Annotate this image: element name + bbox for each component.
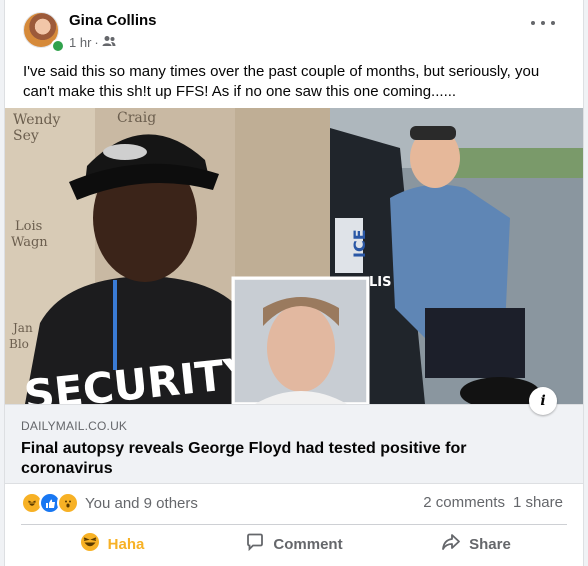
share-count[interactable]: 1 share: [513, 494, 563, 511]
sign-text-blo: Blo: [9, 337, 29, 351]
haha-button[interactable]: Haha: [21, 528, 203, 560]
comment-count[interactable]: 2 comments: [423, 494, 505, 511]
car-text-lis: LIS: [369, 275, 391, 290]
link-preview-meta[interactable]: DAILYMAIL.CO.UK Final autopsy reveals Ge…: [5, 387, 583, 484]
post-meta: 1 hr ·: [69, 35, 116, 50]
friends-audience-icon[interactable]: [102, 35, 116, 50]
share-icon: [441, 532, 461, 556]
car-text-ice: ICE: [350, 229, 369, 258]
actions-divider: [21, 524, 567, 525]
reaction-summary[interactable]: You and 9 others: [21, 492, 198, 514]
post-card: Gina Collins 1 hr · I've said this so ma…: [4, 0, 584, 566]
reaction-count[interactable]: You and 9 others: [85, 495, 198, 512]
link-domain: DAILYMAIL.CO.UK: [21, 419, 128, 433]
comment-icon: [245, 532, 265, 556]
more-options-icon[interactable]: [531, 18, 555, 28]
share-button[interactable]: Share: [385, 528, 567, 560]
info-icon[interactable]: i: [529, 387, 557, 415]
engagement-stats: 2 comments 1 share: [423, 494, 563, 511]
sign-text-wagn: Wagn: [11, 235, 48, 250]
sign-text-jan: Jan: [11, 321, 33, 335]
post-actions: Haha Comment Share: [21, 528, 567, 560]
link-title[interactable]: Final autopsy reveals George Floyd had t…: [21, 439, 541, 479]
online-status-dot: [51, 39, 65, 53]
wow-icon: [57, 492, 79, 514]
meta-separator: ·: [94, 35, 99, 50]
sign-text-craig: Craig: [117, 110, 156, 126]
post-header: Gina Collins 1 hr ·: [5, 0, 583, 58]
sign-text-sey: Sey: [13, 128, 39, 144]
author-name[interactable]: Gina Collins: [69, 12, 157, 29]
share-label: Share: [469, 535, 511, 553]
post-text: I've said this so many times over the pa…: [23, 63, 540, 100]
post-time[interactable]: 1 hr: [69, 35, 91, 50]
link-preview-image[interactable]: Wendy Sey Craig Lois Wagn Jan Blo SECURI…: [5, 108, 583, 404]
sign-text-lois: Lois: [15, 219, 42, 234]
comment-button[interactable]: Comment: [203, 528, 385, 560]
sign-text-wendy: Wendy: [13, 112, 61, 128]
haha-reaction-icon: [80, 532, 100, 556]
haha-label: Haha: [107, 535, 145, 553]
comment-label: Comment: [273, 535, 343, 553]
